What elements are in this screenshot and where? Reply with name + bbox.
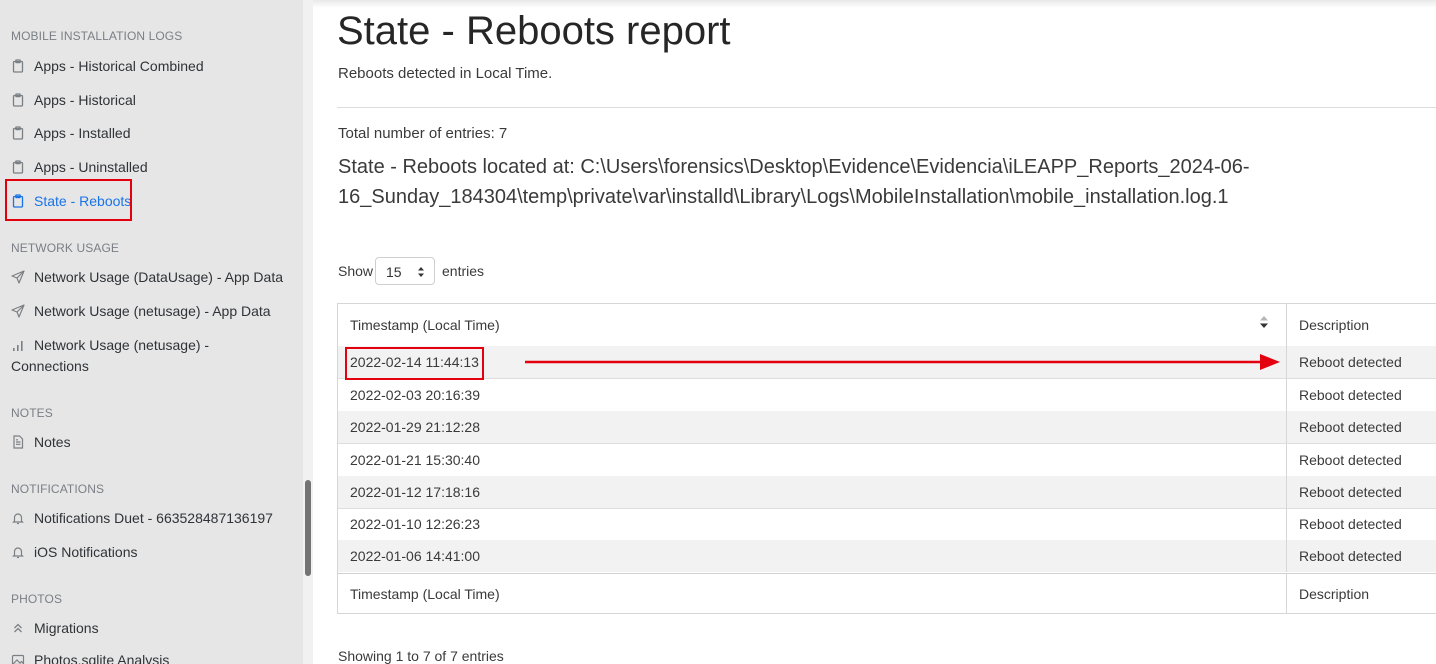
column-divider — [1286, 304, 1287, 346]
total-entries: Total number of entries: 7 — [338, 125, 508, 142]
chevrons-up-icon — [11, 621, 25, 635]
cell-description: Reboot detected — [1299, 516, 1402, 532]
page-length-select[interactable]: 15 — [375, 257, 435, 285]
clipboard-icon — [11, 126, 25, 140]
column-divider — [1286, 476, 1287, 508]
cell-timestamp: 2022-01-10 12:26:23 — [350, 516, 480, 532]
sidebar-item-network-usage-netusage-app[interactable]: Network Usage (netusage) - App Data — [11, 301, 296, 322]
sidebar-item-label: Network Usage (DataUsage) - App Data — [34, 269, 283, 285]
sidebar-item-label: Migrations — [34, 620, 99, 636]
cell-timestamp: 2022-01-06 14:41:00 — [350, 548, 480, 564]
section-title-mobile-installation-logs: MOBILE INSTALLATION LOGS — [11, 29, 183, 43]
section-title-notes: NOTES — [11, 406, 53, 420]
table-row: 2022-01-12 17:18:16 Reboot detected — [338, 476, 1436, 509]
sidebar-item-label-line1: Network Usage (netusage) - — [34, 337, 210, 353]
bell-icon — [11, 511, 25, 525]
sidebar-item-label: Apps - Historical Combined — [34, 58, 204, 74]
cell-description: Reboot detected — [1299, 387, 1402, 403]
show-label: Show — [338, 263, 374, 279]
sidebar-item-migrations[interactable]: Migrations — [11, 618, 296, 639]
report-location: State - Reboots located at: C:\Users\for… — [338, 156, 1250, 208]
column-divider — [1286, 379, 1287, 411]
column-divider — [1286, 508, 1287, 540]
clipboard-icon — [11, 160, 25, 174]
sidebar: MOBILE INSTALLATION LOGS Apps - Historic… — [0, 0, 303, 664]
divider — [337, 107, 1436, 108]
table-footer: Timestamp (Local Time) Description — [338, 573, 1436, 614]
sort-icon[interactable] — [1259, 315, 1269, 329]
annotation-arrow — [525, 354, 1280, 370]
cell-timestamp: 2022-01-29 21:12:28 — [350, 419, 480, 435]
section-title-notifications: NOTIFICATIONS — [11, 482, 105, 496]
column-header-description[interactable]: Description — [1299, 317, 1369, 333]
column-divider — [1286, 444, 1287, 476]
sidebar-item-label: Apps - Installed — [34, 125, 131, 141]
main-content: State - Reboots report Reboots detected … — [313, 0, 1436, 664]
cell-description: Reboot detected — [1299, 419, 1402, 435]
sidebar-item-label: Apps - Uninstalled — [34, 159, 148, 175]
cell-description: Reboot detected — [1299, 452, 1402, 468]
top-shadow — [313, 0, 1436, 8]
table-row: 2022-01-29 21:12:28 Reboot detected — [338, 411, 1436, 444]
bell-icon — [11, 545, 25, 559]
clipboard-icon — [11, 93, 25, 107]
column-divider — [1286, 574, 1287, 614]
annotation-highlight-box — [345, 347, 484, 380]
sidebar-item-label: Notifications Duet - 663528487136197 — [34, 510, 273, 526]
cell-description: Reboot detected — [1299, 354, 1402, 370]
entries-label: entries — [442, 263, 485, 279]
cell-timestamp: 2022-01-21 15:30:40 — [350, 452, 480, 468]
table-row: 2022-01-06 14:41:00 Reboot detected — [338, 540, 1436, 572]
section-title-network-usage: NETWORK USAGE — [11, 241, 119, 255]
column-divider — [1286, 346, 1287, 378]
sidebar-item-network-usage-connections[interactable]: Network Usage (netusage) - Connections — [11, 335, 296, 377]
section-title-photos: PHOTOS — [11, 592, 63, 606]
table-header: Timestamp (Local Time) Description — [338, 304, 1436, 348]
sidebar-item-notes[interactable]: Notes — [11, 432, 296, 453]
sidebar-item-label: Photos.sqlite Analysis — [34, 652, 170, 664]
page-length-value: 15 — [386, 264, 402, 280]
sidebar-item-label-line2: Connections — [11, 358, 89, 374]
sidebar-item-apps-historical[interactable]: Apps - Historical — [11, 90, 296, 111]
page-subtitle: Reboots detected in Local Time. — [338, 65, 553, 82]
sidebar-item-label: Notes — [34, 434, 71, 450]
column-divider — [1286, 540, 1287, 572]
send-icon — [11, 270, 25, 284]
cell-description: Reboot detected — [1299, 548, 1402, 564]
send-icon — [11, 304, 25, 318]
column-divider — [1286, 411, 1287, 443]
sidebar-item-apps-uninstalled[interactable]: Apps - Uninstalled — [11, 157, 296, 178]
sidebar-scrollbar-thumb[interactable] — [305, 480, 311, 576]
sidebar-item-label: Network Usage (netusage) - App Data — [34, 303, 271, 319]
sidebar-item-label: Apps - Historical — [34, 92, 136, 108]
file-text-icon — [11, 435, 25, 449]
sidebar-item-network-usage-datausage[interactable]: Network Usage (DataUsage) - App Data — [11, 267, 296, 288]
cell-timestamp: 2022-02-03 20:16:39 — [350, 387, 480, 403]
sidebar-item-label: iOS Notifications — [34, 544, 138, 560]
table-row: 2022-02-03 20:16:39 Reboot detected — [338, 379, 1436, 412]
column-header-timestamp[interactable]: Timestamp (Local Time) — [350, 317, 500, 333]
clipboard-icon — [11, 59, 25, 73]
reboots-table: Timestamp (Local Time) Description 2022-… — [337, 303, 1436, 614]
image-icon — [11, 653, 25, 664]
sidebar-item-notifications-duet[interactable]: Notifications Duet - 663528487136197 — [11, 508, 296, 529]
signal-bars-icon — [11, 338, 25, 352]
sidebar-item-photos-sqlite[interactable]: Photos.sqlite Analysis — [11, 650, 296, 664]
sidebar-item-apps-installed[interactable]: Apps - Installed — [11, 123, 296, 144]
table-row: 2022-01-21 15:30:40 Reboot detected — [338, 444, 1436, 477]
table-row: 2022-01-10 12:26:23 Reboot detected — [338, 508, 1436, 541]
sidebar-item-apps-historical-combined[interactable]: Apps - Historical Combined — [11, 56, 296, 77]
footer-description: Description — [1299, 586, 1370, 602]
cell-timestamp: 2022-01-12 17:18:16 — [350, 484, 480, 500]
cell-description: Reboot detected — [1299, 484, 1402, 500]
sidebar-item-ios-notifications[interactable]: iOS Notifications — [11, 542, 296, 563]
table-info: Showing 1 to 7 of 7 entries — [338, 648, 504, 664]
page-title: State - Reboots report — [337, 9, 731, 53]
select-arrows-icon — [418, 267, 424, 277]
footer-timestamp: Timestamp (Local Time) — [350, 586, 500, 602]
highlight-box — [5, 179, 132, 221]
